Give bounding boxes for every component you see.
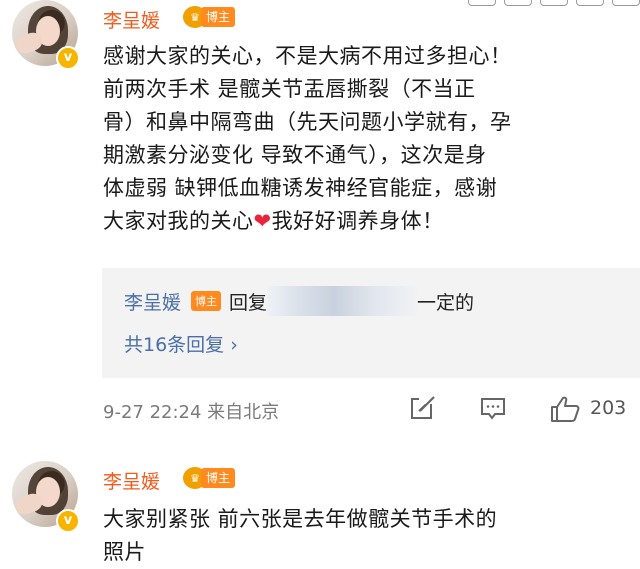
heart-icon: ❤ — [253, 209, 272, 233]
blogger-tag: ♛ 博主 — [183, 467, 236, 489]
username[interactable]: 李呈媛 — [103, 467, 160, 494]
comment-button[interactable] — [480, 396, 506, 420]
like-button[interactable]: 203 — [550, 396, 627, 422]
top-toolbar — [468, 0, 640, 6]
blogger-tag-label: 博主 — [201, 468, 236, 488]
post-content: 感谢大家的关心，不是大病不用过多担心！ 前两次手术 是髋关节盂唇撕裂（不当正 骨… — [103, 40, 628, 238]
reply-count-link[interactable]: 共16条回复 › — [124, 330, 238, 357]
blogger-tag-label: 博主 — [201, 7, 236, 27]
post-content: 大家别紧张 前六张是去年做髋关节手术的 照片 — [103, 503, 628, 569]
like-count: 203 — [590, 397, 627, 419]
content-line: 骨）和鼻中隔弯曲（先天问题小学就有，孕 — [103, 110, 512, 134]
content-line: 大家对我的关心❤我好好调养身体！ — [103, 205, 628, 238]
content-text: 我好好调养身体！ — [271, 209, 444, 233]
reply-line: 李呈媛 博主 回复 一定的 — [124, 286, 474, 316]
verified-badge-icon: v — [56, 46, 80, 70]
blogger-tag: ♛ 博主 — [183, 6, 236, 28]
post-meta: 9-27 22:24 来自北京 — [103, 402, 280, 423]
share-icon — [410, 396, 436, 420]
reply-prefix: 回复 — [229, 291, 268, 314]
toolbar-icon[interactable] — [504, 0, 532, 6]
verified-badge-icon: v — [56, 509, 80, 533]
reply-text: 一定的 — [417, 291, 475, 314]
content-line: 感谢大家的关心，不是大病不用过多担心！ — [103, 44, 512, 68]
content-line: 大家别紧张 前六张是去年做髋关节手术的 — [103, 507, 498, 531]
comment-icon — [480, 396, 506, 420]
thumbs-up-icon — [550, 396, 580, 422]
content-text: 大家对我的关心 — [103, 209, 254, 233]
content-line: 照片 — [103, 540, 146, 564]
toolbar-icon[interactable] — [576, 0, 604, 6]
toolbar-icon[interactable] — [612, 0, 640, 6]
share-button[interactable] — [410, 396, 436, 420]
toolbar-icon[interactable] — [540, 0, 568, 6]
blogger-tag: 博主 — [191, 291, 222, 311]
blurred-username — [267, 286, 418, 316]
toolbar-icon[interactable] — [468, 0, 496, 6]
reply-box: 李呈媛 博主 回复 一定的 共16条回复 › — [102, 268, 640, 378]
content-line: 前两次手术 是髋关节盂唇撕裂（不当正 — [103, 77, 476, 101]
content-line: 体虚弱 缺钾低血糖诱发神经官能症，感谢 — [103, 176, 498, 200]
reply-author[interactable]: 李呈媛 — [124, 288, 181, 315]
username[interactable]: 李呈媛 — [103, 6, 160, 33]
content-line: 期激素分泌变化 导致不通气），这次是身 — [103, 143, 487, 167]
